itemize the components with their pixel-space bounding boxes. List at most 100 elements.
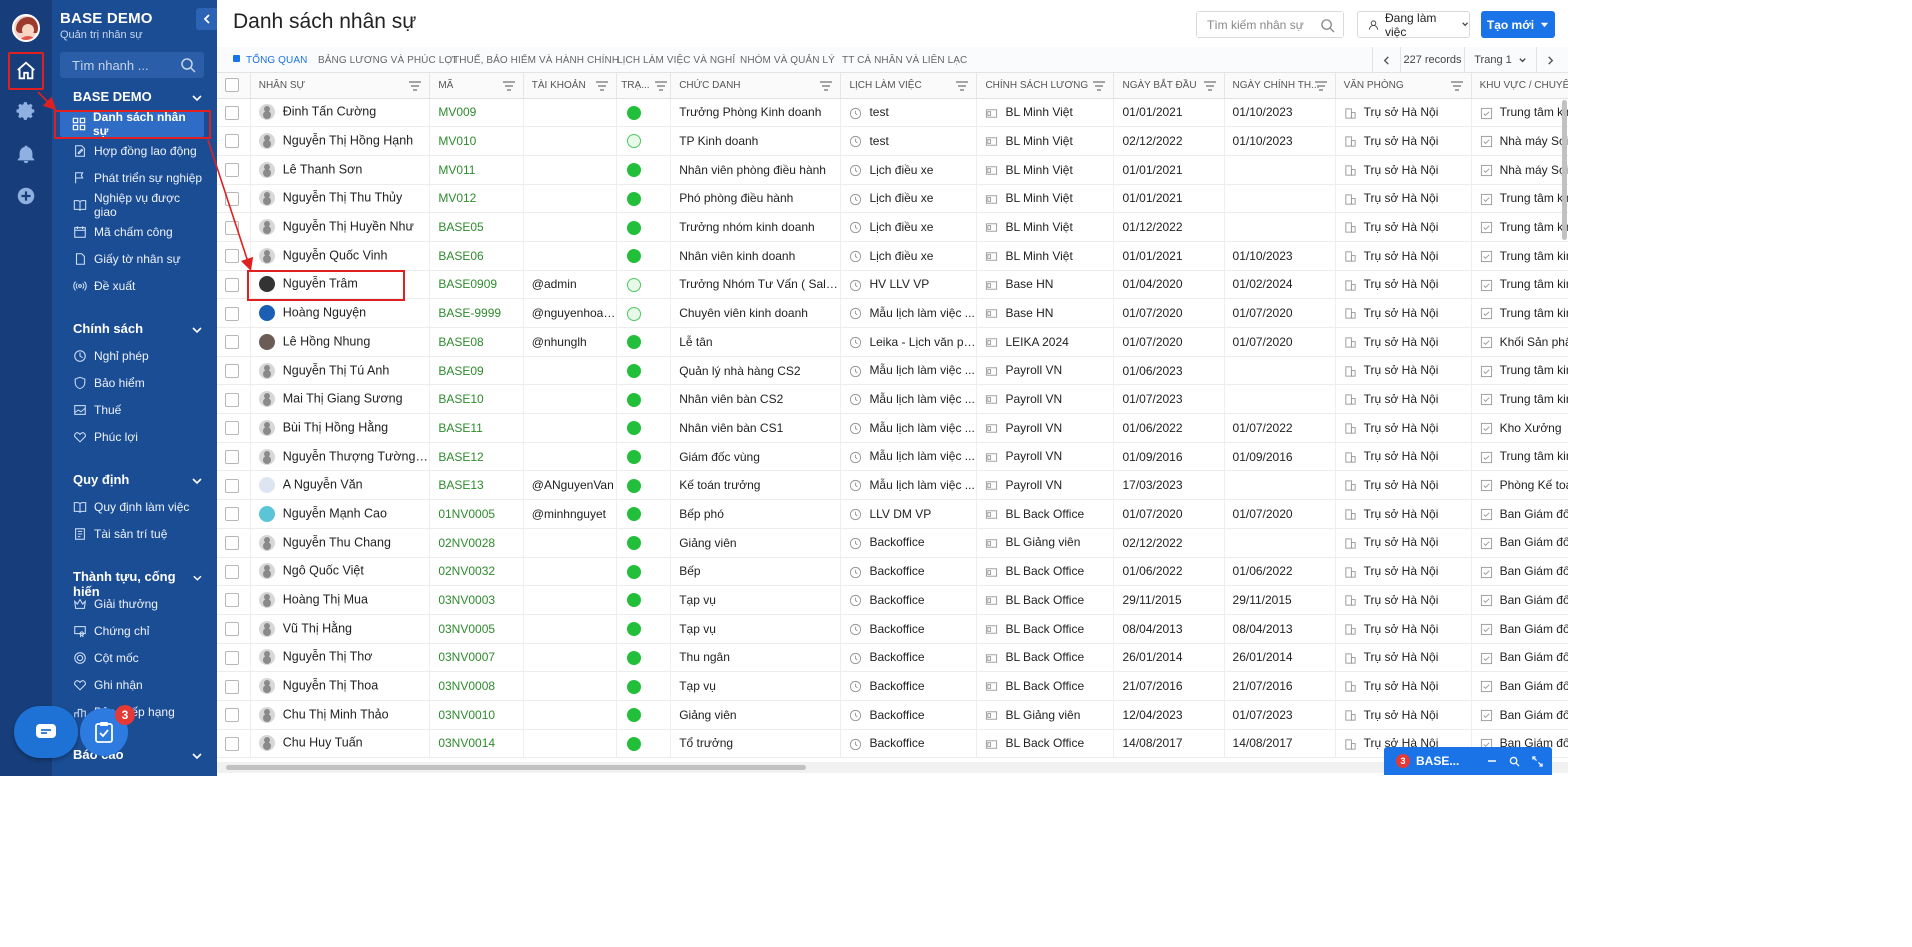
table-row[interactable]: Nguyễn Thượng Tường ... BASE12 Giám đốc vù… [217,442,1568,472]
table-row[interactable]: Mai Thị Giang Sương BASE10 Nhân viên bàn C… [217,384,1568,415]
employee-name-cell[interactable]: A Nguyễn Văn [250,470,431,501]
column-header-official-date[interactable]: Ngày chính th... [1224,73,1336,99]
row-checkbox[interactable] [225,163,239,178]
next-page-button[interactable] [1536,47,1564,73]
row-checkbox[interactable] [225,105,239,120]
employee-name-cell[interactable]: Hoàng Nguyện [250,298,431,328]
table-row[interactable]: Chu Huy Tuấn 03NV0014 Tổ trưởng Backoffice B… [217,729,1568,759]
nav-section-policy[interactable]: Chính sách [73,321,203,336]
row-checkbox[interactable] [225,134,239,149]
nav-item-milestones[interactable]: Cột mốc [73,644,203,671]
row-checkbox[interactable] [225,392,239,407]
minimize-icon[interactable] [1487,756,1497,766]
notification-button[interactable] [6,134,46,174]
employee-name-cell[interactable]: Mai Thị Giang Sương [250,384,431,415]
tab-tax-insurance[interactable]: Thuế, bảo hiểm và hành chính [453,55,619,66]
tab-groups-management[interactable]: Nhóm và quản lý [740,55,835,66]
nav-item-insurance[interactable]: Bảo hiểm [73,369,203,396]
column-header-code[interactable]: Mã [429,73,524,99]
table-row[interactable]: Nguyễn Quốc Vinh BASE06 Nhân viên kinh doa… [217,241,1568,271]
horizontal-scrollbar-thumb[interactable] [226,765,806,770]
employee-name-cell[interactable]: Bùi Thị Hồng Hằng [250,413,431,443]
table-row[interactable]: Nguyễn Thị Hồng Hạnh MV010 TP Kinh doanh te… [217,126,1568,156]
row-checkbox[interactable] [225,220,239,235]
employee-name-cell[interactable]: Nguyễn Quốc Vinh [250,241,431,271]
table-row[interactable]: A Nguyễn Văn BASE13 @ANguyenVan Kế toán trư… [217,470,1568,501]
nav-item-career[interactable]: Phát triển sự nghiệp [73,164,203,191]
row-checkbox[interactable] [225,335,239,350]
table-row[interactable]: Đinh Tấn Cường MV009 Trưởng Phòng Kinh doa… [217,98,1568,128]
row-checkbox[interactable] [225,191,239,206]
table-row[interactable]: Nguyễn Thu Chang 02NV0028 Giảng viên Backof… [217,528,1568,558]
nav-item-timekeeping-code[interactable]: Mã chấm công [73,218,203,245]
employee-name-cell[interactable]: Nguyễn Thu Chang [250,528,431,558]
row-checkbox[interactable] [225,593,239,608]
tab-personal-contact[interactable]: TT cá nhân và liên lạc [842,55,967,66]
nav-item-leave[interactable]: Nghỉ phép [73,342,203,369]
row-checkbox[interactable] [225,277,239,292]
nav-item-certificates[interactable]: Chứng chỉ [73,617,203,644]
column-header-schedule[interactable]: Lịch làm việc [840,73,978,99]
column-header-employee[interactable]: Nhân sự [250,73,431,99]
nav-item-benefits[interactable]: Phúc lợi [73,423,203,450]
select-all-checkbox[interactable] [225,78,239,93]
settings-button[interactable] [6,91,46,131]
column-header-start-date[interactable]: Ngày bắt đầu [1113,73,1225,99]
column-header-account[interactable]: Tài khoản [523,73,618,99]
row-checkbox[interactable] [225,478,239,493]
table-row[interactable]: Nguyễn Mạnh Cao 01NV0005 @minhnguyet Bếp ph… [217,499,1568,529]
employee-name-cell[interactable]: Lê Hồng Nhung [250,327,431,357]
search-icon[interactable] [1509,756,1520,767]
table-row[interactable]: Bùi Thị Hồng Hằng BASE11 Nhân viên bàn CS1… [217,413,1568,443]
row-checkbox[interactable] [225,363,239,378]
employee-name-cell[interactable]: Đinh Tấn Cường [250,98,431,128]
column-header-job-title[interactable]: Chức danh [670,73,842,99]
table-row[interactable]: Nguyễn Trâm BASE0909 @admin Trưởng Nhóm Tư … [217,270,1568,300]
row-checkbox[interactable] [225,564,239,579]
row-checkbox[interactable] [225,736,239,751]
vertical-scrollbar-thumb[interactable] [1562,100,1567,240]
table-row[interactable]: Hoàng Nguyện BASE-9999 @nguyenhoang Chuyên … [217,298,1568,328]
table-row[interactable]: Vũ Thị Hằng 03NV0005 Tạp vụ Backoffice BL Ba… [217,614,1568,644]
table-row[interactable]: Chu Thị Minh Thảo 03NV0010 Giảng viên Backo… [217,700,1568,730]
tab-schedule-leave[interactable]: Lịch làm việc và nghỉ [617,55,735,66]
table-row[interactable]: Nguyễn Thị Thơ 03NV0007 Thu ngân Backoffice… [217,643,1568,673]
nav-item-proposals[interactable]: Đề xuất [73,272,203,299]
row-checkbox[interactable] [225,507,239,522]
prev-page-button[interactable] [1372,47,1400,73]
nav-section-base-demo[interactable]: BASE DEMO [73,89,203,104]
employee-name-cell[interactable]: Nguyễn Thị Thoa [250,671,431,701]
row-checkbox[interactable] [225,622,239,637]
nav-item-tax[interactable]: Thuế [73,396,203,423]
row-checkbox[interactable] [225,450,239,464]
nav-section-rules[interactable]: Quy định [73,472,203,487]
collapse-sidebar-button[interactable] [196,8,217,30]
row-checkbox[interactable] [225,421,239,436]
employee-name-cell[interactable]: Nguyễn Thượng Tường ... [250,442,431,472]
table-row[interactable]: Lê Hồng Nhung BASE08 @nhunglh Lễ tân Leika -… [217,327,1568,357]
nav-item-assigned-tasks[interactable]: Nghiệp vụ được giao [73,191,203,219]
table-row[interactable]: Hoàng Thị Mua 03NV0003 Tạp vụ Backoffice BL … [217,585,1568,615]
column-header-area[interactable]: Khu vực / chuyên m... [1471,73,1568,99]
chat-button[interactable] [14,706,78,758]
employee-name-cell[interactable]: Nguyễn Thị Thu Thủy [250,184,431,214]
add-button[interactable] [6,176,46,216]
table-row[interactable]: Nguyễn Thị Thoa 03NV0008 Tạp vụ Backoffice B… [217,671,1568,701]
employee-name-cell[interactable]: Nguyễn Thị Tú Anh [250,356,431,386]
nav-item-contracts[interactable]: Hợp đồng lao động [73,137,203,164]
row-checkbox[interactable] [225,650,239,665]
employee-name-cell[interactable]: Nguyễn Mạnh Cao [250,499,431,529]
row-checkbox[interactable] [225,679,239,694]
column-header-office[interactable]: Văn phòng [1335,73,1472,99]
create-button[interactable]: Tạo mới [1481,11,1555,38]
column-header-status[interactable]: Trạ... [616,73,672,99]
nav-item-documents[interactable]: Giấy tờ nhân sự [73,245,203,272]
row-checkbox[interactable] [225,306,239,321]
employee-name-cell[interactable]: Nguyễn Thị Hồng Hạnh [250,126,431,156]
employee-name-cell[interactable]: Chu Thị Minh Thảo [250,700,431,730]
table-row[interactable]: Lê Thanh Sơn MV011 Nhân viên phòng điều hà… [217,155,1568,185]
nav-item-intellectual-property[interactable]: Tài sản trí tuệ [73,520,203,547]
employee-name-cell[interactable]: Nguyễn Thị Huyền Như [250,212,431,242]
employee-name-cell[interactable]: Chu Huy Tuấn [250,729,431,759]
employee-name-cell[interactable]: Hoàng Thị Mua [250,585,431,615]
